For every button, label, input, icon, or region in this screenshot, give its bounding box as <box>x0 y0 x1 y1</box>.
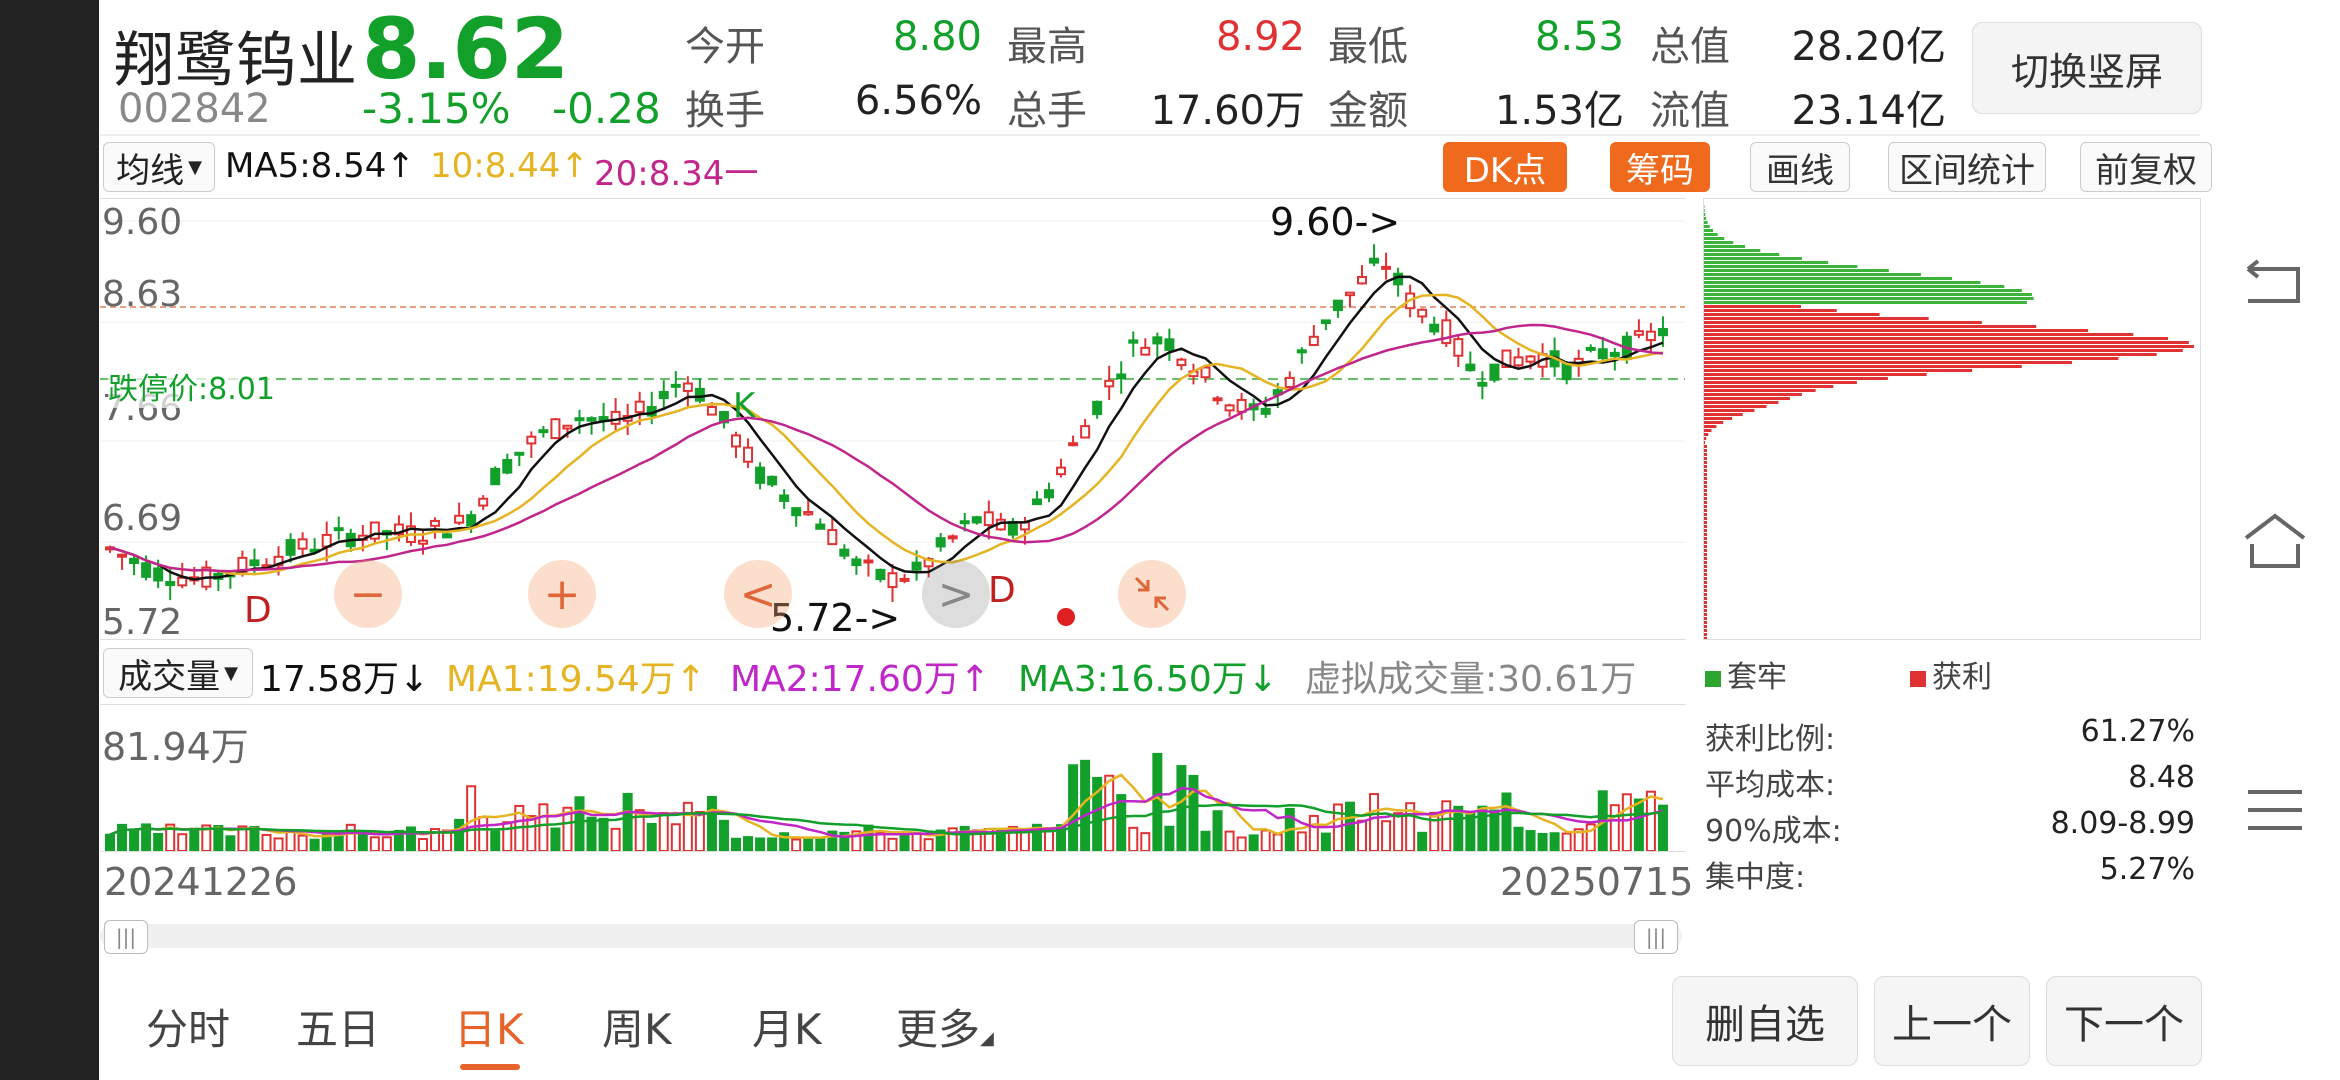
quote-label: 金额 <box>1328 88 1408 134</box>
kline-panel[interactable] <box>100 198 1685 640</box>
remove-watchlist-button[interactable]: 删自选 <box>1672 976 1858 1066</box>
quote-label: 总值 <box>1650 24 1730 70</box>
scroll-left-button[interactable]: < <box>724 560 792 628</box>
end-date: 20250715 <box>1500 860 1694 904</box>
quote-value: 8.53 <box>1534 14 1624 60</box>
corner-caret-icon: ◢ <box>980 1028 994 1049</box>
tab-more-label: 更多 <box>896 1005 981 1054</box>
chevron-right-icon: > <box>937 568 975 620</box>
prev-stock-button[interactable]: 上一个 <box>1874 976 2030 1066</box>
zoom-out-button[interactable]: − <box>334 560 402 628</box>
shrink-icon <box>1134 576 1170 612</box>
start-date: 20241226 <box>104 860 298 904</box>
quote-value: 8.80 <box>892 14 982 60</box>
volume-panel[interactable] <box>100 704 1685 853</box>
price-axis-label: 6.69 <box>102 498 183 539</box>
range-handle-left[interactable]: ||| <box>104 920 148 954</box>
stock-code: 002842 <box>118 86 271 132</box>
divider <box>100 134 2200 136</box>
next-stock-button[interactable]: 下一个 <box>2046 976 2202 1066</box>
caret-down-icon: ▼ <box>188 156 202 178</box>
chip-stat-value: 8.09-8.99 <box>2050 806 2195 841</box>
chevron-left-icon: < <box>739 568 777 620</box>
change-percent: -3.15% <box>362 84 511 133</box>
ma5-value: MA5:8.54↑ <box>225 146 415 186</box>
quote-label: 换手 <box>685 88 765 134</box>
current-dot <box>1057 608 1075 626</box>
range-handle-right[interactable]: ||| <box>1634 920 1678 954</box>
quote-value: 1.53亿 <box>1494 88 1624 134</box>
chip-stat-label: 获利比例: <box>1705 722 1836 757</box>
left-edge-bar <box>0 0 99 1080</box>
kline-chart[interactable] <box>100 199 1685 639</box>
tab-monthly-k[interactable]: 月K <box>752 996 822 1057</box>
adjust-button[interactable]: 前复权 <box>2080 142 2212 192</box>
chip-distribution-panel[interactable] <box>1703 198 2201 640</box>
chip-stat-label: 集中度: <box>1705 860 1806 895</box>
vol-ma1: MA1:19.54万↑ <box>446 659 706 700</box>
ma20-value: 20:8.34一 <box>594 154 759 194</box>
chip-button[interactable]: 筹码 <box>1610 142 1710 192</box>
k-signal: K <box>733 386 756 426</box>
high-marker: 9.60-> <box>1270 200 1401 244</box>
chip-stat-value: 61.27% <box>2080 714 2195 749</box>
tab-more[interactable]: 更多◢ <box>896 996 994 1057</box>
ma10-value: 10:8.44↑ <box>430 146 589 186</box>
chip-stat-label: 90%成本: <box>1705 814 1842 849</box>
vol-ma2: MA2:17.60万↑ <box>730 659 990 700</box>
virtual-volume: 虚拟成交量:30.61万 <box>1305 659 1637 700</box>
ma-selector[interactable]: 均线 ▼ <box>103 142 215 192</box>
quote-value: 23.14亿 <box>1791 88 1946 134</box>
price-axis-label: 5.72 <box>102 602 183 643</box>
limit-down-label: 跌停价:8.01 <box>108 364 275 408</box>
caret-down-icon: ▼ <box>224 662 238 684</box>
plus-icon: + <box>543 568 581 620</box>
volume-chart <box>105 752 1668 853</box>
chip-stat-value: 8.48 <box>2128 760 2195 795</box>
quote-label: 今开 <box>685 24 765 70</box>
toggle-portrait-button[interactable]: 切换竖屏 <box>1972 22 2202 114</box>
zoom-in-button[interactable]: + <box>528 560 596 628</box>
legend-trapped: 套牢 <box>1705 652 1787 696</box>
scroll-right-button[interactable]: > <box>922 560 990 628</box>
indicator-selector[interactable]: 成交量 ▼ <box>103 648 253 698</box>
home-icon[interactable] <box>2240 510 2310 570</box>
tab-five-day[interactable]: 五日 <box>296 996 380 1057</box>
quote-value: 8.92 <box>1215 14 1305 60</box>
volume-axis-label: 81.94万 <box>102 725 249 769</box>
back-icon[interactable] <box>2240 255 2310 315</box>
ma-selector-label: 均线 <box>116 150 185 191</box>
quote-label: 流值 <box>1650 88 1730 134</box>
vol-ma3: MA3:16.50万↓ <box>1018 659 1278 700</box>
chip-stat-value: 5.27% <box>2099 852 2195 887</box>
menu-icon[interactable] <box>2240 780 2310 840</box>
tab-weekly-k[interactable]: 周K <box>602 996 672 1057</box>
d-signal: D <box>244 590 272 631</box>
tab-daily-k[interactable]: 日K <box>454 996 524 1057</box>
tab-intraday[interactable]: 分时 <box>146 996 230 1057</box>
active-tab-indicator <box>460 1064 520 1070</box>
price-axis-label: 9.60 <box>102 202 183 243</box>
chip-distribution-chart <box>1704 205 2194 640</box>
minus-icon: − <box>349 568 387 620</box>
legend-profit: 获利 <box>1910 652 1992 696</box>
quote-value: 17.60万 <box>1150 88 1305 134</box>
range-stats-button[interactable]: 区间统计 <box>1888 142 2046 192</box>
quote-value: 28.20亿 <box>1791 24 1946 70</box>
quote-value: 6.56% <box>854 78 982 124</box>
chip-stat-label: 平均成本: <box>1705 768 1836 803</box>
collapse-button[interactable] <box>1118 560 1186 628</box>
indicator-selector-label: 成交量 <box>118 656 221 697</box>
quote-label: 最高 <box>1007 24 1087 70</box>
d-signal: D <box>988 570 1016 611</box>
draw-line-button[interactable]: 画线 <box>1750 142 1850 192</box>
change-amount: -0.28 <box>552 84 661 133</box>
range-scrollbar[interactable] <box>100 924 1682 948</box>
quote-label: 最低 <box>1328 24 1408 70</box>
price-axis-label: 8.63 <box>102 274 183 315</box>
quote-label: 总手 <box>1007 88 1087 134</box>
volume-value: 17.58万↓ <box>260 659 430 700</box>
dk-point-button[interactable]: DK点 <box>1443 142 1567 192</box>
